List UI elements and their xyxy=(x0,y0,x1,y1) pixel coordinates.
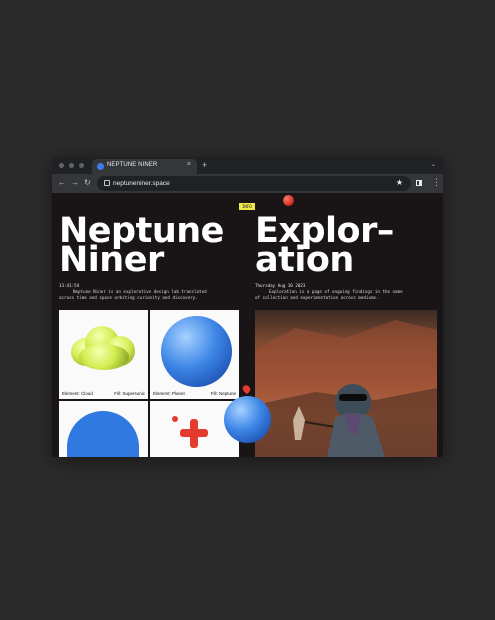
pixel-blob-shape xyxy=(67,411,139,457)
tab-close-icon[interactable]: × xyxy=(187,161,191,168)
right-description-line-2: of collection and experimentation across… xyxy=(255,294,379,300)
favicon-icon xyxy=(97,163,104,170)
address-bar[interactable]: neptuneniner.space ★ xyxy=(97,176,411,191)
left-description: Neptune Niner is an explorative design l… xyxy=(59,289,229,300)
planet-shape xyxy=(161,316,232,387)
browser-menu-icon[interactable]: ⋮ xyxy=(432,177,441,187)
floating-globe-cursor[interactable] xyxy=(224,396,271,443)
card-planet[interactable]: Element: Planet Fill: Neptune xyxy=(150,310,239,399)
window-maximize-dot[interactable] xyxy=(79,163,84,168)
card-element-label: Element: Planet xyxy=(153,391,185,396)
right-description-line-1: Exploration is a page of ongoing finding… xyxy=(269,289,403,294)
info-badge[interactable]: INFO xyxy=(239,203,255,210)
exploration-photo[interactable] xyxy=(255,310,437,457)
new-tab-button[interactable]: + xyxy=(202,160,207,170)
url-text[interactable]: neptuneniner.space xyxy=(113,180,170,187)
cloud-shape xyxy=(71,326,137,370)
window-close-dot[interactable] xyxy=(59,163,64,168)
small-red-ball xyxy=(172,416,178,422)
tab-neptune-niner[interactable]: NEPTUNE NINER × xyxy=(92,159,197,174)
red-ball-ornament xyxy=(283,195,294,206)
card-fill-label: Fill: Neptune xyxy=(210,391,236,396)
back-arrow-icon[interactable]: ← xyxy=(58,178,66,188)
tab-title: NEPTUNE NINER xyxy=(107,162,158,168)
card-fill-label: Fill: Supersonic xyxy=(114,391,145,396)
side-panel-icon[interactable] xyxy=(416,180,422,186)
right-title: Explor– ation xyxy=(255,214,394,278)
reload-icon[interactable]: ↻ xyxy=(84,178,91,188)
tab-search-chevron-icon[interactable]: ⌄ xyxy=(431,161,436,168)
forward-arrow-icon[interactable]: → xyxy=(71,178,79,188)
card-pixel[interactable] xyxy=(59,401,148,457)
photo-illustration xyxy=(255,320,437,457)
left-description-line-1: Neptune Niner is an explorative design l… xyxy=(73,289,207,294)
card-cloud[interactable]: Element: Cloud Fill: Supersonic xyxy=(59,310,148,399)
right-description: Exploration is a page of ongoing finding… xyxy=(255,289,437,300)
left-title: Neptune Niner xyxy=(59,214,224,278)
card-element-label: Element: Cloud xyxy=(62,391,93,396)
browser-toolbar: ← → ↻ neptuneniner.space ★ ⋮ xyxy=(52,174,443,193)
window-minimize-dot[interactable] xyxy=(69,163,74,168)
bookmark-star-icon[interactable]: ★ xyxy=(396,178,403,187)
site-info-icon[interactable] xyxy=(104,180,110,186)
tab-strip: NEPTUNE NINER × + ⌄ xyxy=(52,157,443,174)
left-description-line-2: across time and space orbiting curiosity… xyxy=(59,294,198,300)
red-cross-horizontal xyxy=(180,429,208,437)
